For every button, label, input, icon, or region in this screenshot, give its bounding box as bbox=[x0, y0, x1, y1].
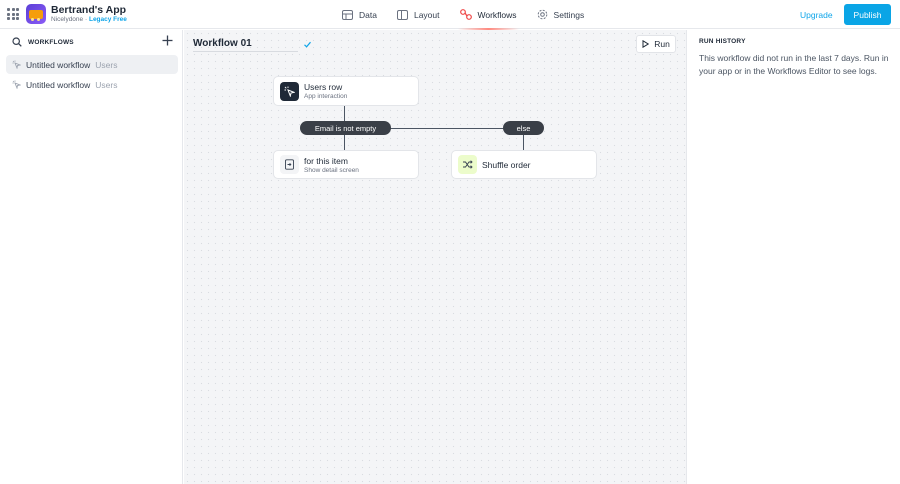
run-history-message: This workflow did not run in the last 7 … bbox=[699, 53, 889, 76]
app-logo[interactable] bbox=[26, 4, 46, 24]
connector-line bbox=[344, 135, 345, 151]
run-history-panel: RUN HISTORY This workflow did not run in… bbox=[686, 30, 900, 484]
sidebar-title: WORKFLOWS bbox=[28, 38, 74, 46]
cursor-click-icon bbox=[280, 81, 299, 101]
main-nav: Data Layout Workflows Settings bbox=[332, 0, 595, 30]
run-history-title: RUN HISTORY bbox=[699, 38, 746, 45]
app-owner: Nicelydone bbox=[51, 16, 84, 23]
connector-line bbox=[344, 105, 345, 122]
workflows-sidebar: WORKFLOWS Untitled workflow Users Untitl… bbox=[0, 30, 183, 484]
workflow-name-input[interactable]: Workflow 01 bbox=[193, 38, 298, 52]
tab-workflows[interactable]: Workflows bbox=[450, 0, 527, 30]
add-workflow-icon[interactable] bbox=[162, 35, 173, 46]
top-bar: Bertrand's App Nicelydone · Legacy Free … bbox=[0, 0, 900, 30]
check-icon[interactable] bbox=[303, 40, 312, 49]
cursor-click-icon bbox=[12, 80, 21, 89]
trigger-node[interactable]: Users row App interaction bbox=[273, 76, 419, 106]
workflows-icon bbox=[459, 9, 472, 20]
publish-button[interactable]: Publish bbox=[844, 4, 891, 25]
app-subtitle: Nicelydone · Legacy Free bbox=[51, 16, 127, 23]
trigger-title: Users row bbox=[304, 82, 343, 92]
tab-data[interactable]: Data bbox=[332, 0, 387, 29]
play-icon bbox=[642, 40, 650, 48]
else-pill[interactable]: else bbox=[503, 121, 544, 135]
app-grid-icon[interactable] bbox=[7, 8, 19, 20]
trigger-subtitle: App interaction bbox=[304, 93, 348, 100]
tab-layout[interactable]: Layout bbox=[387, 0, 450, 29]
table-icon bbox=[342, 9, 353, 20]
screen-icon bbox=[280, 155, 299, 174]
condition-pill[interactable]: Email is not empty bbox=[300, 121, 391, 135]
layout-icon bbox=[396, 9, 408, 20]
shuffle-icon bbox=[458, 155, 477, 174]
tab-settings[interactable]: Settings bbox=[527, 0, 595, 29]
plan-badge[interactable]: Legacy Free bbox=[89, 16, 127, 23]
cursor-click-icon bbox=[12, 60, 21, 69]
sidebar-header: WORKFLOWS bbox=[12, 37, 74, 47]
action-title: Shuffle order bbox=[482, 159, 531, 170]
connector-line bbox=[523, 135, 524, 151]
upgrade-button[interactable]: Upgrade bbox=[793, 6, 840, 23]
action-title: for this item bbox=[304, 155, 348, 166]
workflow-list-item[interactable]: Untitled workflow Users bbox=[6, 75, 178, 94]
workflow-canvas[interactable]: Workflow 01 Run Users row App interactio… bbox=[184, 30, 686, 484]
app-name[interactable]: Bertrand's App bbox=[51, 4, 126, 16]
action-subtitle: Show detail screen bbox=[304, 166, 359, 174]
workflow-list: Untitled workflow Users Untitled workflo… bbox=[6, 55, 178, 95]
run-button[interactable]: Run bbox=[636, 35, 676, 53]
workflow-list-item[interactable]: Untitled workflow Users bbox=[6, 55, 178, 74]
action-node-show-detail[interactable]: for this item Show detail screen bbox=[273, 150, 419, 179]
action-node-shuffle[interactable]: Shuffle order bbox=[451, 150, 597, 179]
gear-icon bbox=[537, 9, 547, 20]
search-icon[interactable] bbox=[12, 37, 22, 47]
